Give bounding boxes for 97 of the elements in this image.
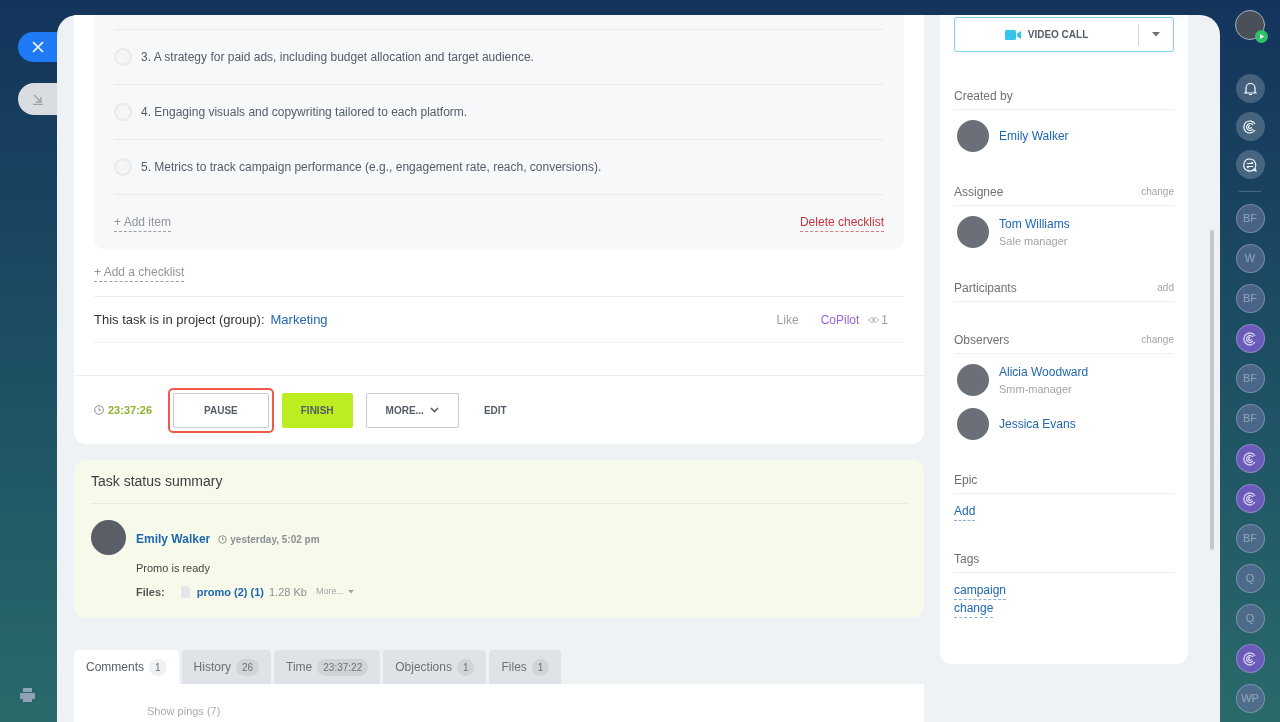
section-action-link[interactable]: change bbox=[1141, 184, 1174, 199]
scrollbar[interactable] bbox=[1210, 230, 1214, 550]
printer-icon bbox=[20, 688, 35, 702]
sidebar-link[interactable]: Add bbox=[954, 503, 976, 521]
clock-icon bbox=[94, 405, 104, 415]
file-size: 1.28 Kb bbox=[268, 584, 307, 600]
tab[interactable]: Files 1 bbox=[489, 650, 562, 684]
section-title: Created by bbox=[954, 87, 1013, 105]
comment-text: Promo is ready bbox=[136, 561, 211, 576]
more-dropdown[interactable]: More... bbox=[315, 585, 354, 599]
finish-button[interactable]: FINISH bbox=[281, 392, 353, 428]
notifications-button[interactable] bbox=[1235, 74, 1265, 103]
person-name[interactable]: Alicia Woodward bbox=[999, 362, 1089, 381]
person-name[interactable]: Jessica Evans bbox=[999, 415, 1076, 433]
section-title: Participants bbox=[954, 279, 1017, 297]
caret-icon bbox=[1152, 32, 1160, 37]
avatar bbox=[957, 408, 989, 440]
person-role: Sale manager bbox=[999, 233, 1069, 249]
section-title: Assignee bbox=[954, 183, 1004, 201]
clock-icon bbox=[218, 534, 228, 544]
checklist-item-text: 3. A strategy for paid ads, including budget allocation and target audience. bbox=[141, 49, 534, 66]
checklist-item-text: 5. Metrics to track campaign performance (e.g., engagement rate, reach, conversions). bbox=[141, 159, 602, 176]
video-camera-icon bbox=[1004, 29, 1021, 40]
chat-avatar[interactable]: BF bbox=[1235, 404, 1265, 433]
more-button[interactable]: MORE... bbox=[365, 392, 459, 428]
user-avatar[interactable] bbox=[1235, 10, 1265, 40]
copilot-button[interactable] bbox=[1235, 112, 1265, 141]
add-item-link[interactable]: + Add item bbox=[114, 212, 172, 232]
checklist-item-text: 4. Engaging visuals and copywriting tailored to each platform. bbox=[141, 104, 468, 121]
timer: 23:37:26 bbox=[108, 402, 153, 418]
copilot-chat-button[interactable] bbox=[1235, 484, 1265, 513]
comment-time: yesterday, 5:02 pm bbox=[230, 532, 320, 547]
chat-button[interactable] bbox=[1235, 150, 1265, 179]
spiral-icon bbox=[1243, 331, 1257, 346]
avatar bbox=[957, 120, 989, 152]
close-icon bbox=[31, 41, 44, 53]
chat-avatar[interactable]: W bbox=[1235, 244, 1265, 273]
avatar bbox=[91, 520, 126, 555]
chat-avatar[interactable]: WP bbox=[1235, 684, 1265, 713]
author-name[interactable]: Emily Walker bbox=[136, 530, 211, 548]
tab[interactable]: Time 23:37:22 bbox=[274, 650, 381, 684]
tab[interactable]: Comments 1 bbox=[74, 650, 179, 684]
summary-title: Task status summary bbox=[91, 472, 223, 491]
chat-avatar[interactable]: BF bbox=[1235, 524, 1265, 553]
avatar bbox=[957, 216, 989, 248]
chevron-down-icon bbox=[429, 407, 439, 413]
tab-count: 1 bbox=[149, 658, 167, 676]
file-link[interactable]: promo (2) (1) bbox=[196, 583, 264, 600]
copilot-chat-button[interactable] bbox=[1235, 444, 1265, 473]
chat-avatar[interactable]: BF bbox=[1235, 364, 1265, 393]
project-label: This task is in project (group): bbox=[94, 310, 265, 329]
files-label: Files: bbox=[136, 584, 165, 600]
view-count: 1 bbox=[881, 311, 888, 329]
spiral-icon bbox=[1243, 119, 1257, 134]
project-link[interactable]: Marketing bbox=[270, 309, 328, 330]
caret-icon bbox=[347, 589, 354, 594]
arrow-down-right-icon bbox=[31, 93, 44, 105]
section-title: Tags bbox=[954, 550, 980, 568]
chat-avatar[interactable]: BF bbox=[1235, 204, 1265, 233]
spiral-icon bbox=[1243, 491, 1257, 506]
edit-button[interactable]: EDIT bbox=[471, 392, 519, 428]
eye-icon bbox=[868, 315, 880, 324]
bell-icon bbox=[1243, 81, 1257, 96]
copilot-link[interactable]: CoPilot bbox=[820, 310, 860, 329]
avatar bbox=[957, 364, 989, 396]
show-pings-link[interactable]: Show pings (7) bbox=[147, 705, 221, 717]
section-title: Observers bbox=[954, 331, 1010, 349]
copilot-chat-button[interactable] bbox=[1235, 324, 1265, 353]
spiral-icon bbox=[1243, 651, 1257, 666]
like-link[interactable]: Like bbox=[776, 310, 799, 329]
play-badge-icon bbox=[1255, 30, 1268, 43]
section-action-link[interactable]: add bbox=[1157, 280, 1174, 295]
chat-arrows-icon bbox=[1243, 157, 1257, 172]
tab[interactable]: History 26 bbox=[181, 650, 272, 684]
chat-avatar[interactable]: Q bbox=[1235, 564, 1265, 593]
pause-button[interactable]: PAUSE bbox=[173, 392, 269, 428]
copilot-chat-button[interactable] bbox=[1235, 644, 1265, 673]
section-action-link[interactable]: change bbox=[1141, 332, 1174, 347]
sidebar-link[interactable]: change bbox=[954, 600, 994, 618]
tab-count: 1 bbox=[456, 658, 475, 676]
close-button[interactable] bbox=[18, 32, 57, 62]
person-name[interactable]: Tom Williams bbox=[999, 214, 1070, 233]
person-role: Smm-manager bbox=[999, 381, 1073, 397]
person-name[interactable]: Emily Walker bbox=[999, 127, 1069, 145]
add-checklist-link[interactable]: + Add a checklist bbox=[94, 263, 185, 282]
spiral-icon bbox=[1243, 451, 1257, 466]
tab-count: 1 bbox=[531, 658, 550, 676]
tab-count: 23:37:22 bbox=[317, 658, 369, 676]
section-title: Epic bbox=[954, 471, 978, 489]
video-call-button[interactable]: VIDEO CALL bbox=[954, 17, 1174, 52]
chat-avatar[interactable]: Q bbox=[1235, 604, 1265, 633]
tab[interactable]: Objections 1 bbox=[383, 650, 487, 684]
delete-checklist-link[interactable]: Delete checklist bbox=[799, 212, 884, 232]
chat-avatar[interactable]: BF bbox=[1235, 284, 1265, 313]
sidebar-link[interactable]: campaign bbox=[954, 582, 1007, 600]
tab-count: 26 bbox=[235, 658, 260, 676]
collapse-button[interactable] bbox=[18, 83, 57, 115]
